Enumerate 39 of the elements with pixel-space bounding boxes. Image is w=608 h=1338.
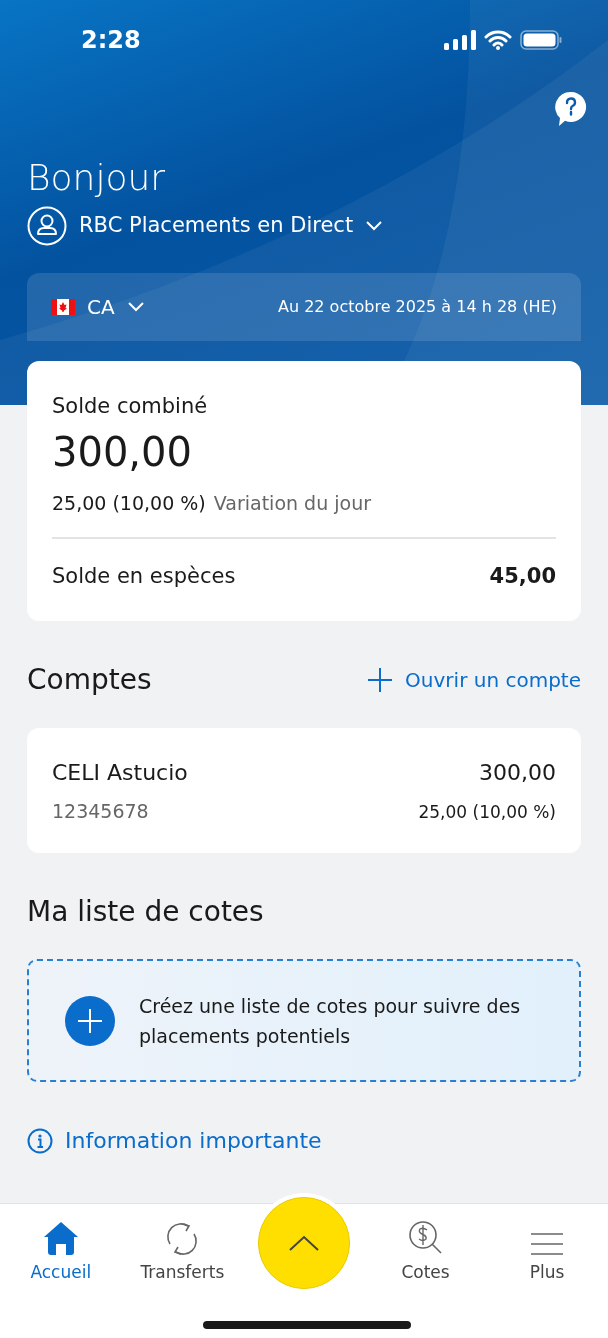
account-value: 300,00 <box>479 758 556 787</box>
greeting: Bonjour <box>27 156 167 200</box>
important-info-link[interactable]: Information importante <box>27 1124 581 1157</box>
user-icon <box>27 206 67 246</box>
cash-value: 45,00 <box>489 563 556 590</box>
create-watchlist-card[interactable]: Créez une liste de cotes pour suivre des placements potentiels <box>27 959 581 1082</box>
section-title: Comptes <box>27 661 152 698</box>
chevron-down-icon <box>365 220 384 232</box>
account-change: 25,00 (10,00 %) <box>418 800 556 824</box>
plus-icon <box>367 666 394 693</box>
add-icon <box>65 995 115 1046</box>
tab-bar-item[interactable]: Transferts <box>121 1204 244 1286</box>
as-of-date: Au 22 octobre 2025 à 14 h 28 (HE) <box>278 296 557 318</box>
account-card[interactable]: CELI Astucio 12345678 300,00 25,00 (10,00 %) <box>27 727 581 853</box>
card-title: Solde combiné <box>52 393 209 420</box>
change-label: Variation du jour <box>213 490 371 516</box>
info-icon <box>27 1127 53 1154</box>
account-selector[interactable]: RBC Placements en Direct <box>27 206 581 246</box>
total-balance: 300,00 <box>52 427 193 477</box>
chevron-up-icon <box>289 1235 319 1251</box>
dollar-search-icon <box>407 1220 444 1256</box>
tab-bar-item[interactable]: Cotes <box>364 1204 487 1286</box>
account-name: CELI Astucio <box>52 758 188 787</box>
daily-change: 25,00 (10,00 %) <box>52 490 206 516</box>
account-number: 12345678 <box>52 798 150 824</box>
battery-icon <box>520 30 562 50</box>
currency-selector[interactable]: CA <box>51 292 145 322</box>
chevron-down-icon <box>126 301 145 313</box>
tab-bar-item[interactable]: Plus <box>486 1204 608 1286</box>
tab-bar-item[interactable]: Accueil <box>0 1204 122 1286</box>
cash-label: Solde en espèces <box>52 563 236 590</box>
open-account-link[interactable]: Ouvrir un compte <box>367 664 581 695</box>
section-title: Ma liste de cotes <box>27 894 265 930</box>
menu-icon <box>530 1232 565 1256</box>
signal-icon <box>444 30 476 50</box>
canada-flag-icon <box>51 299 75 315</box>
status-time: 2:28 <box>81 25 141 56</box>
wifi-icon <box>484 30 512 50</box>
help-icon[interactable] <box>555 91 587 127</box>
